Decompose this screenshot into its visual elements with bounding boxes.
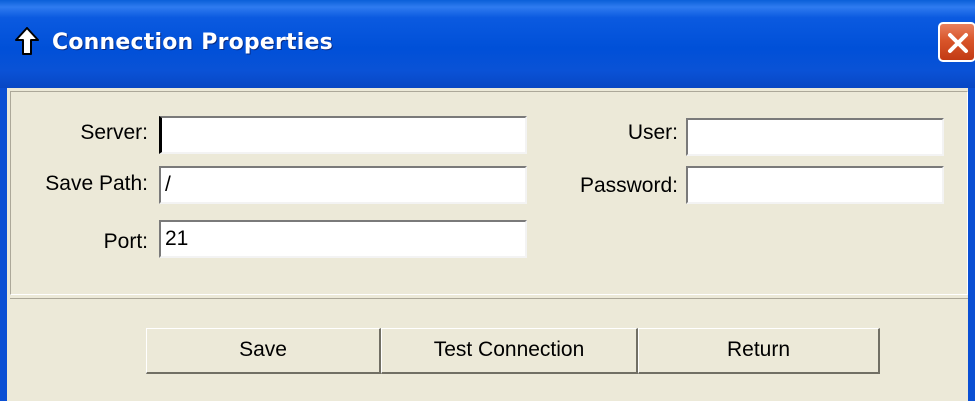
user-label: User:: [627, 121, 678, 144]
save-button[interactable]: Save: [146, 328, 381, 374]
up-arrow-icon: [14, 27, 40, 55]
close-button[interactable]: [938, 22, 975, 62]
title-bar[interactable]: Connection Properties: [0, 0, 975, 88]
port-field[interactable]: 21: [159, 220, 527, 258]
window-frame-right: [968, 88, 975, 401]
connection-properties-window: Connection Properties Server: Save Path:…: [0, 0, 975, 401]
save-path-field[interactable]: /: [159, 166, 527, 204]
window-title: Connection Properties: [52, 30, 333, 55]
server-field[interactable]: [159, 116, 527, 154]
test-connection-button[interactable]: Test Connection: [381, 328, 638, 374]
server-label: Server:: [80, 121, 148, 144]
close-icon: [948, 33, 968, 53]
return-button[interactable]: Return: [638, 328, 880, 374]
port-label: Port:: [103, 230, 148, 253]
password-field[interactable]: [686, 166, 944, 204]
password-label: Password:: [579, 174, 678, 197]
window-frame-left: [0, 88, 7, 401]
user-field[interactable]: [686, 118, 944, 156]
save-path-label: Save Path:: [45, 172, 148, 195]
